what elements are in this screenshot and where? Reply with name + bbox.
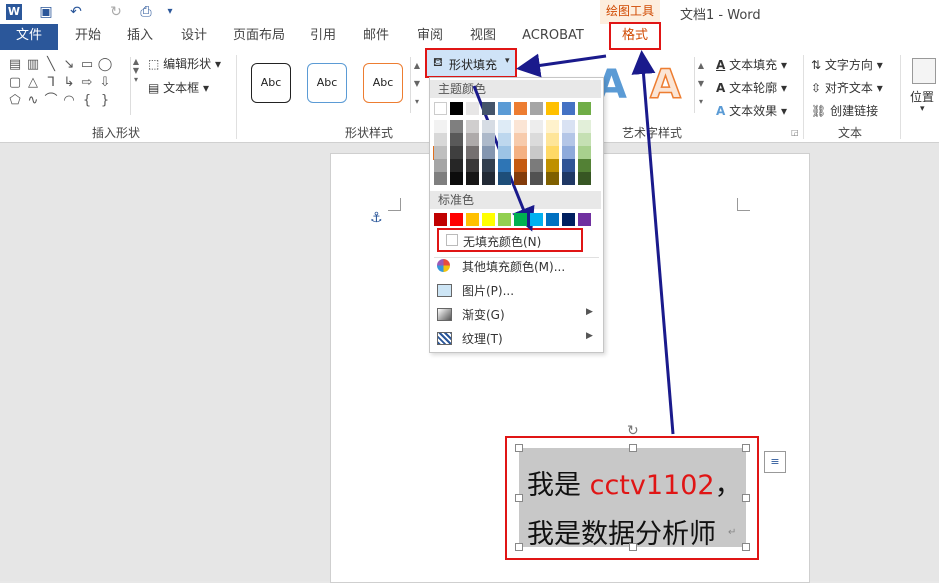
theme-shade-swatch[interactable] [450, 133, 463, 146]
annotation-arrows [472, 50, 675, 435]
theme-shade-swatch[interactable] [578, 146, 591, 159]
standard-color-swatch[interactable] [530, 213, 543, 226]
theme-shade-swatch[interactable] [498, 120, 511, 133]
theme-shade-swatch[interactable] [562, 159, 575, 172]
theme-shade-swatch[interactable] [578, 133, 591, 146]
theme-shade-swatch[interactable] [482, 133, 495, 146]
theme-shade-swatch[interactable] [546, 159, 559, 172]
theme-shade-swatch[interactable] [450, 120, 463, 133]
theme-shade-swatch[interactable] [578, 172, 591, 185]
standard-color-swatch[interactable] [450, 213, 463, 226]
theme-shade-swatch[interactable] [466, 172, 479, 185]
theme-shade-swatch[interactable] [434, 172, 447, 185]
standard-color-swatch[interactable] [546, 213, 559, 226]
theme-shade-swatch[interactable] [466, 146, 479, 159]
arrow-to-format-tab [631, 50, 675, 435]
theme-shade-swatch[interactable] [450, 172, 463, 185]
theme-shade-swatch[interactable] [434, 120, 447, 133]
theme-shade-swatch[interactable] [482, 172, 495, 185]
theme-shade-swatch[interactable] [530, 120, 543, 133]
theme-shade-swatch[interactable] [562, 172, 575, 185]
theme-shade-swatch[interactable] [466, 133, 479, 146]
theme-shade-swatch[interactable] [514, 133, 527, 146]
theme-shade-swatch[interactable] [546, 146, 559, 159]
theme-color-swatch[interactable] [466, 102, 479, 115]
theme-shade-swatch[interactable] [562, 120, 575, 133]
theme-color-swatch[interactable] [450, 102, 463, 115]
theme-color-swatch[interactable] [562, 102, 575, 115]
standard-color-swatch[interactable] [578, 213, 591, 226]
theme-shade-swatch[interactable] [562, 133, 575, 146]
theme-shade-swatch[interactable] [466, 120, 479, 133]
theme-color-swatch[interactable] [530, 102, 543, 115]
theme-shade-swatch[interactable] [498, 159, 511, 172]
theme-shade-swatch[interactable] [434, 159, 447, 172]
standard-color-swatch[interactable] [562, 213, 575, 226]
theme-shade-swatch[interactable] [482, 159, 495, 172]
theme-shade-swatch[interactable] [498, 146, 511, 159]
theme-shade-swatch[interactable] [482, 146, 495, 159]
theme-shade-swatch[interactable] [578, 159, 591, 172]
theme-shade-swatch[interactable] [498, 133, 511, 146]
theme-shade-swatch[interactable] [530, 172, 543, 185]
theme-shade-swatch[interactable] [450, 146, 463, 159]
theme-shade-swatch[interactable] [434, 146, 447, 159]
theme-color-swatch[interactable] [578, 102, 591, 115]
theme-color-swatch[interactable] [434, 102, 447, 115]
theme-shade-swatch[interactable] [530, 159, 543, 172]
theme-shade-swatch[interactable] [514, 120, 527, 133]
standard-color-swatch[interactable] [466, 213, 479, 226]
theme-shade-swatch[interactable] [482, 120, 495, 133]
theme-color-swatch[interactable] [546, 102, 559, 115]
theme-shade-swatch[interactable] [450, 159, 463, 172]
theme-shade-swatch[interactable] [514, 146, 527, 159]
theme-shade-swatch[interactable] [546, 120, 559, 133]
theme-shade-swatch[interactable] [514, 159, 527, 172]
theme-shade-swatch[interactable] [546, 133, 559, 146]
standard-color-swatch[interactable] [498, 213, 511, 226]
theme-color-swatch[interactable] [514, 102, 527, 115]
theme-color-swatch[interactable] [482, 102, 495, 115]
standard-color-swatch[interactable] [482, 213, 495, 226]
theme-shade-swatch[interactable] [546, 172, 559, 185]
arrow-to-shape-fill [516, 53, 607, 78]
theme-shade-swatch[interactable] [562, 146, 575, 159]
theme-shade-swatch[interactable] [498, 172, 511, 185]
theme-shade-swatch[interactable] [530, 133, 543, 146]
standard-color-swatch[interactable] [514, 213, 527, 226]
theme-shade-swatch[interactable] [466, 159, 479, 172]
theme-shade-swatch[interactable] [530, 146, 543, 159]
theme-shade-swatch[interactable] [578, 120, 591, 133]
standard-color-swatch[interactable] [434, 213, 447, 226]
theme-shade-swatch[interactable] [434, 133, 447, 146]
theme-color-swatch[interactable] [498, 102, 511, 115]
theme-shade-swatch[interactable] [514, 172, 527, 185]
